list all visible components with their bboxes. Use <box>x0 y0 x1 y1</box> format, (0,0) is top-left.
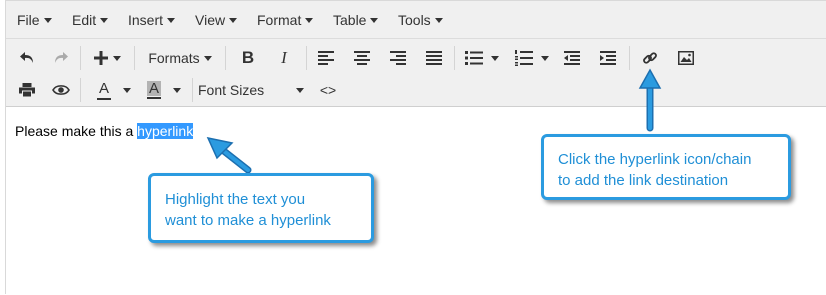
arrow-to-selection-icon <box>206 136 252 174</box>
callout-line: Click the hyperlink icon/chain <box>558 151 752 168</box>
callout-line: want to make a hyperlink <box>165 212 331 229</box>
callout-line: Highlight the text you <box>165 191 306 208</box>
highlight-instruction-callout: Highlight the text you want to make a hy… <box>148 173 374 243</box>
callout-line: to add the link destination <box>558 172 729 189</box>
arrow-to-link-icon <box>638 68 662 132</box>
link-instruction-callout: Click the hyperlink icon/chain to add th… <box>541 134 791 200</box>
